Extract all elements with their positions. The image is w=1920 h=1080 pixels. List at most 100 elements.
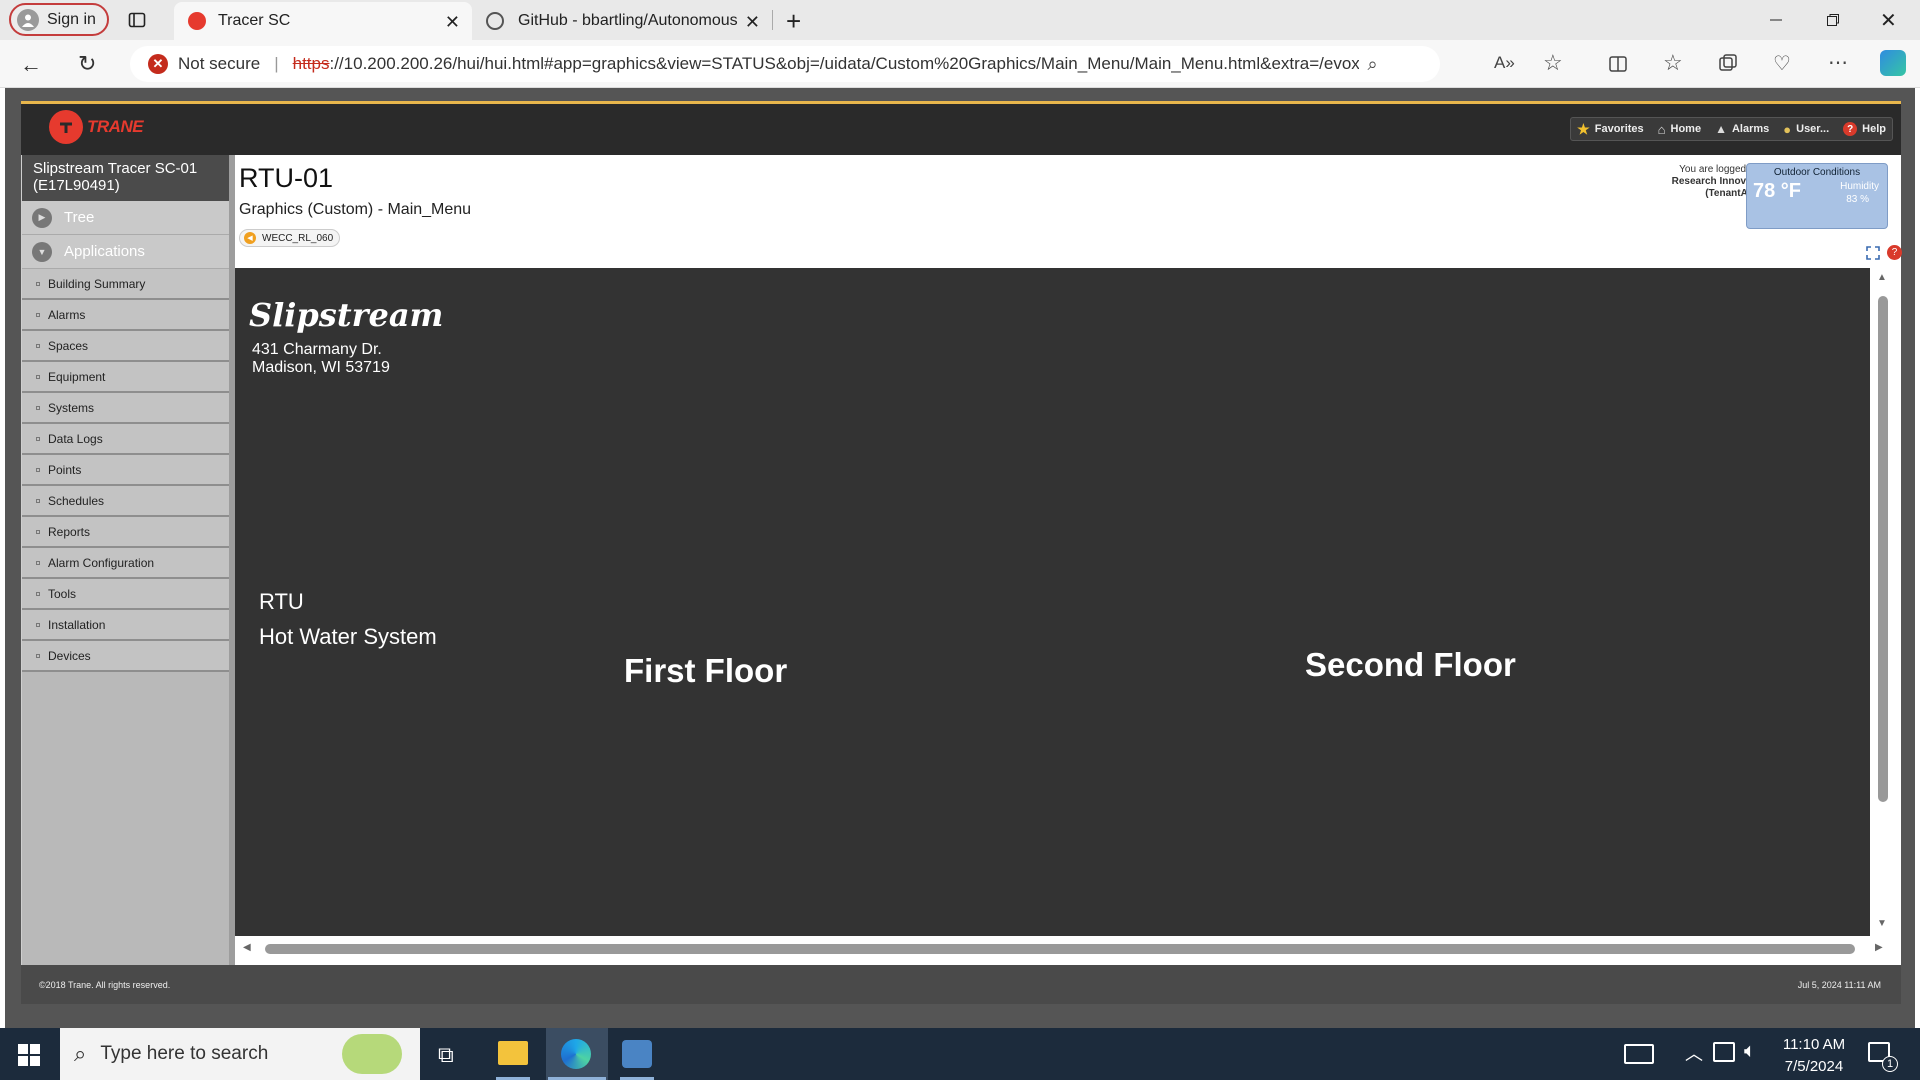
star-icon: ★	[1577, 120, 1590, 137]
minimize-icon[interactable]	[1766, 10, 1786, 30]
tab-actions-icon[interactable]	[127, 10, 147, 30]
sidebar-item-tools[interactable]: Tools	[22, 579, 229, 610]
favorite-star-icon[interactable]: ☆	[1543, 50, 1563, 76]
taskbar-clock[interactable]: 11:10 AM 7/5/2024	[1776, 1034, 1852, 1078]
device-name: Slipstream Tracer SC-01	[33, 160, 198, 177]
sidebar-item-installation[interactable]: Installation	[22, 610, 229, 641]
bullet-icon	[36, 312, 40, 317]
profile-button[interactable]: Sign in	[9, 3, 109, 36]
sidebar-item-label: Equipment	[48, 369, 106, 384]
sidebar-item-building-summary[interactable]: Building Summary	[22, 269, 229, 300]
sidebar-item-label: Spaces	[48, 338, 89, 353]
vertical-scroll-thumb[interactable]	[1878, 296, 1888, 802]
scroll-up-icon[interactable]: ▲	[1877, 272, 1887, 283]
sidebar-title: Slipstream Tracer SC-01 (E17L90491)	[22, 155, 229, 201]
fullscreen-icon[interactable]	[1865, 245, 1881, 261]
sidebar-applications-header[interactable]: ▼ Applications	[22, 235, 229, 269]
trane-logo[interactable]: TRANE	[49, 110, 144, 144]
file-explorer-icon[interactable]	[498, 1041, 528, 1065]
zoom-icon[interactable]: ⌕	[1367, 54, 1377, 75]
read-aloud-icon[interactable]: A»	[1494, 53, 1515, 73]
sidebar-item-label: Alarms	[48, 307, 86, 322]
collections-icon[interactable]	[1718, 53, 1738, 73]
sidebar-item-systems[interactable]: Systems	[22, 393, 229, 424]
scroll-left-icon[interactable]: ◀	[243, 942, 251, 953]
trane-logo-icon	[49, 110, 83, 144]
nav-favorites[interactable]: ★ Favorites	[1577, 121, 1643, 138]
horizontal-scroll-thumb[interactable]	[265, 944, 1855, 954]
link-hot-water-system[interactable]: Hot Water System	[259, 624, 437, 650]
back-chip[interactable]: ◀ WECC_RL_060	[239, 229, 341, 247]
taskbar-search[interactable]: ⌕ Type here to search	[60, 1028, 420, 1080]
humidity-value: 83 %	[1846, 194, 1869, 205]
sidebar-item-schedules[interactable]: Schedules	[22, 486, 229, 517]
tab-tracer-sc[interactable]: Tracer SC ✕	[174, 2, 472, 40]
tab-github[interactable]: GitHub - bbartling/Autonomous ✕	[482, 2, 772, 40]
split-screen-icon[interactable]	[1608, 54, 1628, 74]
back-arrow-icon: ◀	[244, 232, 256, 244]
more-menu-icon[interactable]: ⋯	[1828, 50, 1848, 75]
nav-help[interactable]: ? Help	[1843, 122, 1886, 136]
page-subtitle: Graphics (Custom) - Main_Menu	[239, 201, 472, 218]
scroll-right-icon[interactable]: ▶	[1875, 942, 1883, 953]
sidebar-item-alarm-configuration[interactable]: Alarm Configuration	[22, 548, 229, 579]
notification-count: 1	[1882, 1056, 1898, 1072]
sidebar-item-reports[interactable]: Reports	[22, 517, 229, 548]
sidebar-item-label: Data Logs	[48, 431, 103, 446]
vertical-scrollbar[interactable]: ▲ ▼	[1872, 268, 1894, 936]
page-help-icon[interactable]: ?	[1887, 245, 1902, 260]
bell-icon: ▲	[1715, 122, 1727, 136]
clock-date: 7/5/2024	[1784, 1058, 1844, 1075]
sidebar-item-label: Devices	[48, 648, 91, 663]
horizontal-scrollbar[interactable]: ◀ ▶	[235, 936, 1901, 962]
back-icon[interactable]: ←	[20, 52, 42, 78]
bullet-icon	[36, 405, 40, 410]
favorites-icon[interactable]: ☆	[1663, 50, 1683, 76]
scroll-down-icon[interactable]: ▼	[1877, 918, 1887, 929]
reload-icon[interactable]: ↻	[78, 51, 96, 77]
nav-label: Favorites	[1594, 123, 1644, 135]
trane-logo-text: TRANE	[87, 117, 144, 136]
link-rtu[interactable]: RTU	[259, 589, 304, 615]
task-view-icon[interactable]: ⧉	[438, 1042, 454, 1068]
windows-taskbar: ⌕ Type here to search ⧉ ︿ 🔈︎ 11:10 AM 7/…	[0, 1028, 1920, 1080]
sidebar-item-devices[interactable]: Devices	[22, 641, 229, 672]
humidity-label: Humidity	[1840, 181, 1879, 192]
security-error-icon: ✕	[148, 54, 168, 74]
sidebar: Slipstream Tracer SC-01 (E17L90491) ▶ Tr…	[22, 155, 229, 965]
python-app-icon[interactable]	[622, 1040, 652, 1068]
bullet-icon	[36, 436, 40, 441]
link-second-floor[interactable]: Second Floor	[1305, 646, 1516, 684]
outdoor-conditions[interactable]: Outdoor Conditions 78 °F Humidity 83 %	[1746, 163, 1888, 229]
windows-start-icon[interactable]	[18, 1044, 40, 1066]
app-header: TRANE ★ Favorites ⌂ Home ▲ Alarms ● User... …	[21, 101, 1901, 155]
sidebar-item-equipment[interactable]: Equipment	[22, 362, 229, 393]
network-icon[interactable]	[1713, 1042, 1735, 1062]
sidebar-tree-header[interactable]: ▶ Tree	[22, 201, 229, 235]
expand-right-icon: ▶	[32, 207, 52, 228]
sidebar-item-label: Schedules	[48, 493, 105, 508]
sidebar-item-points[interactable]: Points	[22, 455, 229, 486]
close-window-icon[interactable]: ✕	[1880, 8, 1897, 33]
nav-home[interactable]: ⌂ Home	[1658, 122, 1701, 137]
copilot-icon[interactable]	[1880, 50, 1906, 76]
sidebar-item-spaces[interactable]: Spaces	[22, 331, 229, 362]
show-hidden-icons-chevron[interactable]: ︿	[1685, 1040, 1703, 1066]
tracer-sc-app: TRANE ★ Favorites ⌂ Home ▲ Alarms ● User... …	[21, 101, 1902, 1004]
keyboard-icon[interactable]	[1624, 1044, 1654, 1064]
close-tab-icon[interactable]: ✕	[445, 12, 460, 33]
footer-datetime: Jul 5, 2024 11:11 AM	[1797, 980, 1881, 990]
volume-icon[interactable]: 🔈︎	[1744, 1040, 1756, 1063]
sidebar-item-alarms[interactable]: Alarms	[22, 300, 229, 331]
sidebar-item-data-logs[interactable]: Data Logs	[22, 424, 229, 455]
link-first-floor[interactable]: First Floor	[624, 652, 787, 690]
nav-alarms[interactable]: ▲ Alarms	[1715, 122, 1769, 136]
restore-icon[interactable]	[1823, 10, 1843, 30]
tab-divider	[772, 10, 773, 30]
new-tab-icon[interactable]: +	[786, 6, 801, 37]
browser-essentials-icon[interactable]: ♡	[1773, 51, 1791, 76]
url-field[interactable]: ✕ Not secure | https ://10.200.200.26/hu…	[130, 46, 1440, 82]
close-tab-icon[interactable]: ✕	[745, 12, 760, 33]
nav-user[interactable]: ● User...	[1783, 122, 1829, 137]
search-highlight-icon	[342, 1034, 402, 1074]
